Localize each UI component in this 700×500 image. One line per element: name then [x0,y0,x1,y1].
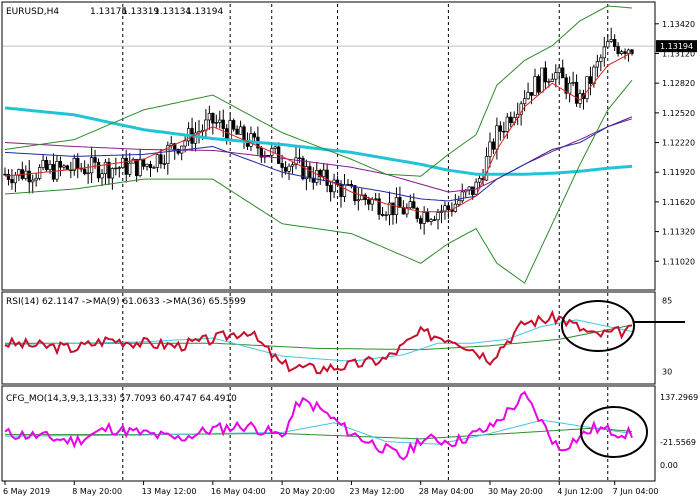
price-chart: 8530 137.2969-21.55690.00 1.134201.13120… [1,1,698,496]
price-tick-label: 1.11020 [662,257,695,266]
rsi-tick-label: 30 [662,368,672,377]
ohlc-close: 1.13194 [186,7,223,17]
time-tick-label: 16 May 04:00 [211,487,266,496]
rsi-label: RSI(14) 62.1147 ->MA(9) 61.0633 ->MA(36)… [6,297,246,307]
current-price-label: 1.13194 [660,42,693,51]
main-panel-frame [1,1,656,291]
price-tick-label: 1.13420 [662,20,695,29]
time-tick-label: 13 May 12:00 [142,487,197,496]
time-axis: 6 May 2019 8 May 20:00 13 May 12:00 16 May … [3,481,658,496]
main-chart-title: EURUSD,H4 [6,7,59,17]
time-tick-label: 28 May 04:00 [419,487,474,496]
time-tick-label: 30 May 20:00 [488,487,543,496]
price-tick-label: 1.11920 [662,168,695,177]
price-axis: 1.134201.131201.128201.125201.122201.119… [655,20,697,266]
time-tick-label: 6 May 2019 [3,487,50,496]
time-tick-label: 8 May 20:00 [72,487,122,496]
candle [266,155,270,157]
time-tick-label: 7 Jun 04:00 [613,487,659,496]
cfg-tick-label: 137.2969 [660,393,698,402]
time-tick-label: 20 May 20:00 [280,487,335,496]
rsi-tick-label: 85 [662,296,672,305]
price-tick-label: 1.12220 [662,139,695,148]
cfg-tick-label: 0.00 [660,461,678,470]
cfg-tick-label: -21.5569 [660,438,696,447]
cfg-label: CFG_MO(14,3,9,3,13,33) 57.7093 60.4747 6… [6,394,237,404]
price-tick-label: 1.11320 [662,228,695,237]
price-tick-label: 1.11620 [662,198,695,207]
time-tick-label: 23 May 12:00 [349,487,404,496]
candle [540,67,544,93]
time-tick-label: 4 Jun 12:00 [557,487,603,496]
price-tick-label: 1.12520 [662,109,695,118]
candle [536,74,541,96]
price-tick-label: 1.12820 [662,79,695,88]
